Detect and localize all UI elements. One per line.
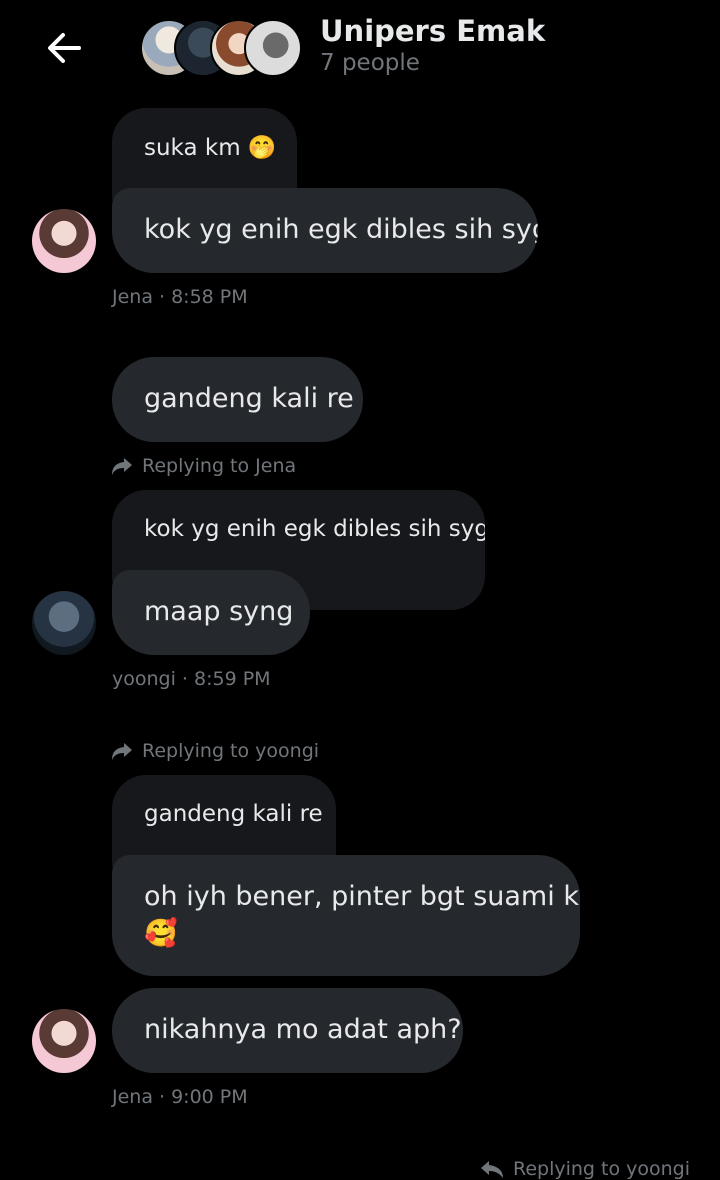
reply-arrow-icon <box>480 1161 503 1178</box>
reply-context-label: Replying to yoongi <box>142 740 320 762</box>
member-count[interactable]: 7 people <box>320 50 420 76</box>
message-meta: Jena · 8:58 PM <box>112 286 248 308</box>
message-meta: yoongi · 8:59 PM <box>112 668 271 690</box>
reply-context-label: Replying to Jena <box>142 455 297 477</box>
message-bubble[interactable]: gandeng kali re <box>112 357 363 442</box>
message-text-line1: oh iyh bener, pinter bgt suami ku <box>144 881 580 912</box>
quoted-message-text: gandeng kali re <box>144 801 323 827</box>
reply-context[interactable]: Replying to yoongi <box>479 1155 690 1180</box>
reply-context[interactable]: Replying to Jena <box>110 452 296 480</box>
message-meta: Jena · 9:00 PM <box>112 1086 248 1108</box>
message-text: kok yg enih egk dibles sih syg <box>144 214 538 245</box>
arrow-left-icon <box>48 33 81 63</box>
message-bubble[interactable]: nikahnya mo adat aph? <box>112 988 463 1073</box>
message-bubble[interactable]: maap syng <box>112 570 310 655</box>
dm-conversation-screen: Unipers Emak 7 people suka km 🤭 kok yg e… <box>0 0 720 1180</box>
quoted-message-text: kok yg enih egk dibles sih syg <box>144 516 485 542</box>
member-avatar <box>244 19 302 77</box>
share-arrow-icon <box>112 458 132 475</box>
reply-context[interactable]: Replying to yoongi <box>110 737 319 765</box>
avatar-yoongi[interactable] <box>32 591 96 655</box>
message-text: nikahnya mo adat aph? <box>144 1014 462 1045</box>
quoted-message-text: suka km 🤭 <box>144 135 277 161</box>
reply-context-label: Replying to yoongi <box>512 1158 690 1180</box>
message-text: maap syng <box>144 596 294 627</box>
avatar-jena[interactable] <box>32 1009 96 1073</box>
message-text: gandeng kali re <box>144 383 354 414</box>
back-button[interactable] <box>40 26 88 70</box>
message-bubble[interactable]: oh iyh bener, pinter bgt suami ku 🥰 <box>112 855 580 976</box>
share-arrow-icon <box>112 743 132 760</box>
message-bubble[interactable]: kok yg enih egk dibles sih syg <box>112 188 538 273</box>
group-avatar-stack[interactable] <box>140 19 302 77</box>
avatar-jena[interactable] <box>32 209 96 273</box>
message-text-line2: 🥰 <box>144 918 178 949</box>
conversation-title: Unipers Emak <box>320 14 546 48</box>
